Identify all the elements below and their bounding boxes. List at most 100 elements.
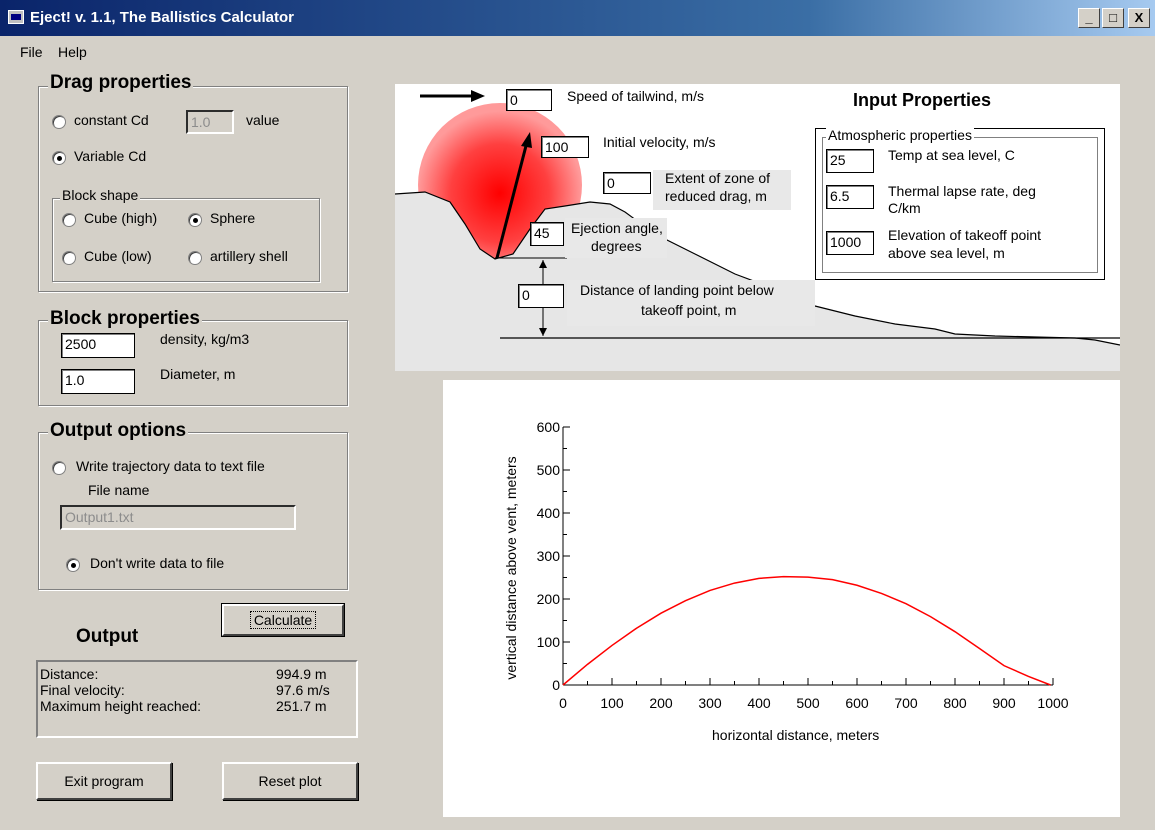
minimize-button[interactable]: _ [1078, 8, 1100, 28]
x-tick-label: 700 [894, 695, 918, 711]
tailwind-label: Speed of tailwind, m/s [567, 88, 704, 104]
calculate-button-label: Calculate [249, 611, 317, 629]
maximize-button[interactable]: □ [1102, 8, 1124, 28]
menu-bar: File Help [0, 40, 1155, 64]
trajectory-line [562, 575, 1051, 686]
input-diagram: 0 Speed of tailwind, m/s Input Propertie… [395, 84, 1120, 371]
density-label: density, kg/m3 [160, 331, 250, 347]
drag-zone-input[interactable]: 0 [603, 172, 651, 194]
trajectory-plot-panel: 0 100 200 300 400 500 600 700 800 900 1000 0 100 200 3… [443, 380, 1120, 817]
y-tick-label: 400 [537, 505, 561, 521]
app-icon[interactable] [8, 10, 24, 24]
ejection-angle-input[interactable]: 45 [530, 222, 564, 246]
write-file-radio[interactable] [52, 461, 66, 475]
landing-distance-input[interactable]: 0 [518, 284, 564, 308]
ejection-angle-label-box: Ejection angle, degrees [565, 218, 667, 258]
elevation-input[interactable]: 1000 [826, 231, 874, 255]
constant-cd-value-input[interactable]: 1.0 [186, 110, 234, 134]
elevation-label-1: Elevation of takeoff point [888, 227, 1042, 243]
x-tick-label: 300 [698, 695, 722, 711]
density-input[interactable]: 2500 [61, 333, 135, 358]
file-name-label: File name [88, 482, 150, 498]
output-panel: Distance: Final velocity: Maximum height… [36, 660, 358, 738]
title-bar: Eject! v. 1.1, The Ballistics Calculator… [0, 0, 1155, 36]
landing-distance-label-2: takeoff point, m [641, 302, 737, 318]
tailwind-arrowhead [471, 90, 485, 102]
y-tick-label: 500 [537, 462, 561, 478]
file-name-input[interactable]: Output1.txt [60, 505, 296, 530]
x-tick-label: 200 [649, 695, 673, 711]
diameter-label: Diameter, m [160, 366, 236, 382]
menu-help[interactable]: Help [58, 44, 87, 60]
reset-plot-button[interactable]: Reset plot [222, 762, 358, 800]
window-title: Eject! v. 1.1, The Ballistics Calculator [30, 9, 294, 26]
plot-y-axis-label: vertical distance above vent, meters [503, 456, 519, 680]
output-distance-value: 994.9 m [276, 666, 327, 682]
calculate-button[interactable]: Calculate [221, 603, 345, 637]
menu-file[interactable]: File [20, 44, 43, 60]
drag-properties-legend: Drag properties [48, 72, 194, 94]
constant-cd-radio[interactable] [52, 115, 66, 129]
cube-low-radio[interactable] [62, 251, 76, 265]
y-tick-label: 200 [537, 591, 561, 607]
plot-x-axis-label: horizontal distance, meters [712, 727, 880, 743]
constant-cd-value-label: value [246, 112, 280, 128]
exit-program-button[interactable]: Exit program [36, 762, 172, 800]
ejection-angle-label-2: degrees [591, 238, 642, 254]
x-tick-label: 900 [992, 695, 1016, 711]
output-title: Output [76, 626, 139, 647]
lapse-rate-input[interactable]: 6.5 [826, 185, 874, 209]
output-height-value: 251.7 m [276, 698, 327, 714]
trajectory-plot: 0 100 200 300 400 500 600 700 800 900 1000 0 100 200 3… [537, 419, 1069, 711]
write-file-label[interactable]: Write trajectory data to text file [76, 458, 265, 474]
artillery-shell-label[interactable]: artillery shell [210, 248, 288, 264]
output-height-label: Maximum height reached: [40, 698, 202, 714]
drag-zone-label-box: Extent of zone of reduced drag, m [653, 170, 791, 210]
dont-write-label[interactable]: Don't write data to file [90, 555, 224, 571]
x-tick-label: 600 [845, 695, 869, 711]
x-tick-label: 500 [796, 695, 820, 711]
artillery-shell-radio[interactable] [188, 251, 202, 265]
lapse-rate-label-1: Thermal lapse rate, deg [888, 183, 1036, 199]
input-properties-title: Input Properties [853, 90, 992, 110]
x-tick-label: 0 [559, 695, 567, 711]
landing-distance-label-1: Distance of landing point below [580, 282, 774, 298]
x-tick-label: 100 [600, 695, 624, 711]
cube-high-label[interactable]: Cube (high) [84, 210, 157, 226]
atmospheric-properties-panel: Atmospheric properties 25 Temp at sea le… [815, 127, 1105, 280]
x-tick-label: 1000 [1037, 695, 1068, 711]
y-tick-label: 300 [537, 548, 561, 564]
output-distance-label: Distance: [40, 666, 99, 682]
elevation-label-2: above sea level, m [888, 245, 1005, 261]
tailwind-input[interactable]: 0 [506, 89, 552, 111]
y-tick-label: 600 [537, 419, 561, 435]
ejection-angle-label-1: Ejection angle, [571, 220, 663, 236]
atmospheric-properties-legend: Atmospheric properties [826, 127, 974, 143]
landing-distance-label-box: Distance of landing point below takeoff … [567, 280, 815, 326]
x-tick-label: 800 [943, 695, 967, 711]
output-velocity-value: 97.6 m/s [276, 682, 330, 698]
diameter-input[interactable]: 1.0 [61, 369, 135, 394]
temp-sea-level-label: Temp at sea level, C [888, 147, 1015, 163]
variable-cd-label[interactable]: Variable Cd [74, 148, 146, 164]
initial-velocity-label: Initial velocity, m/s [603, 134, 716, 150]
y-tick-label: 100 [537, 634, 561, 650]
cube-low-label[interactable]: Cube (low) [84, 248, 152, 264]
drag-zone-label-1: Extent of zone of [665, 170, 771, 186]
sphere-label[interactable]: Sphere [210, 210, 255, 226]
constant-cd-label[interactable]: constant Cd [74, 112, 149, 128]
drag-zone-label-2: reduced drag, m [665, 188, 767, 204]
lapse-rate-label-2: C/km [888, 200, 921, 216]
block-shape-legend: Block shape [60, 187, 141, 203]
x-tick-label: 400 [747, 695, 771, 711]
variable-cd-radio[interactable] [52, 151, 66, 165]
close-button[interactable]: X [1128, 8, 1150, 28]
sphere-radio[interactable] [188, 213, 202, 227]
dont-write-radio[interactable] [66, 558, 80, 572]
initial-velocity-input[interactable]: 100 [541, 136, 589, 158]
cube-high-radio[interactable] [62, 213, 76, 227]
output-velocity-label: Final velocity: [40, 682, 125, 698]
temp-sea-level-input[interactable]: 25 [826, 149, 874, 173]
output-options-legend: Output options [48, 420, 189, 442]
block-properties-legend: Block properties [48, 308, 202, 330]
